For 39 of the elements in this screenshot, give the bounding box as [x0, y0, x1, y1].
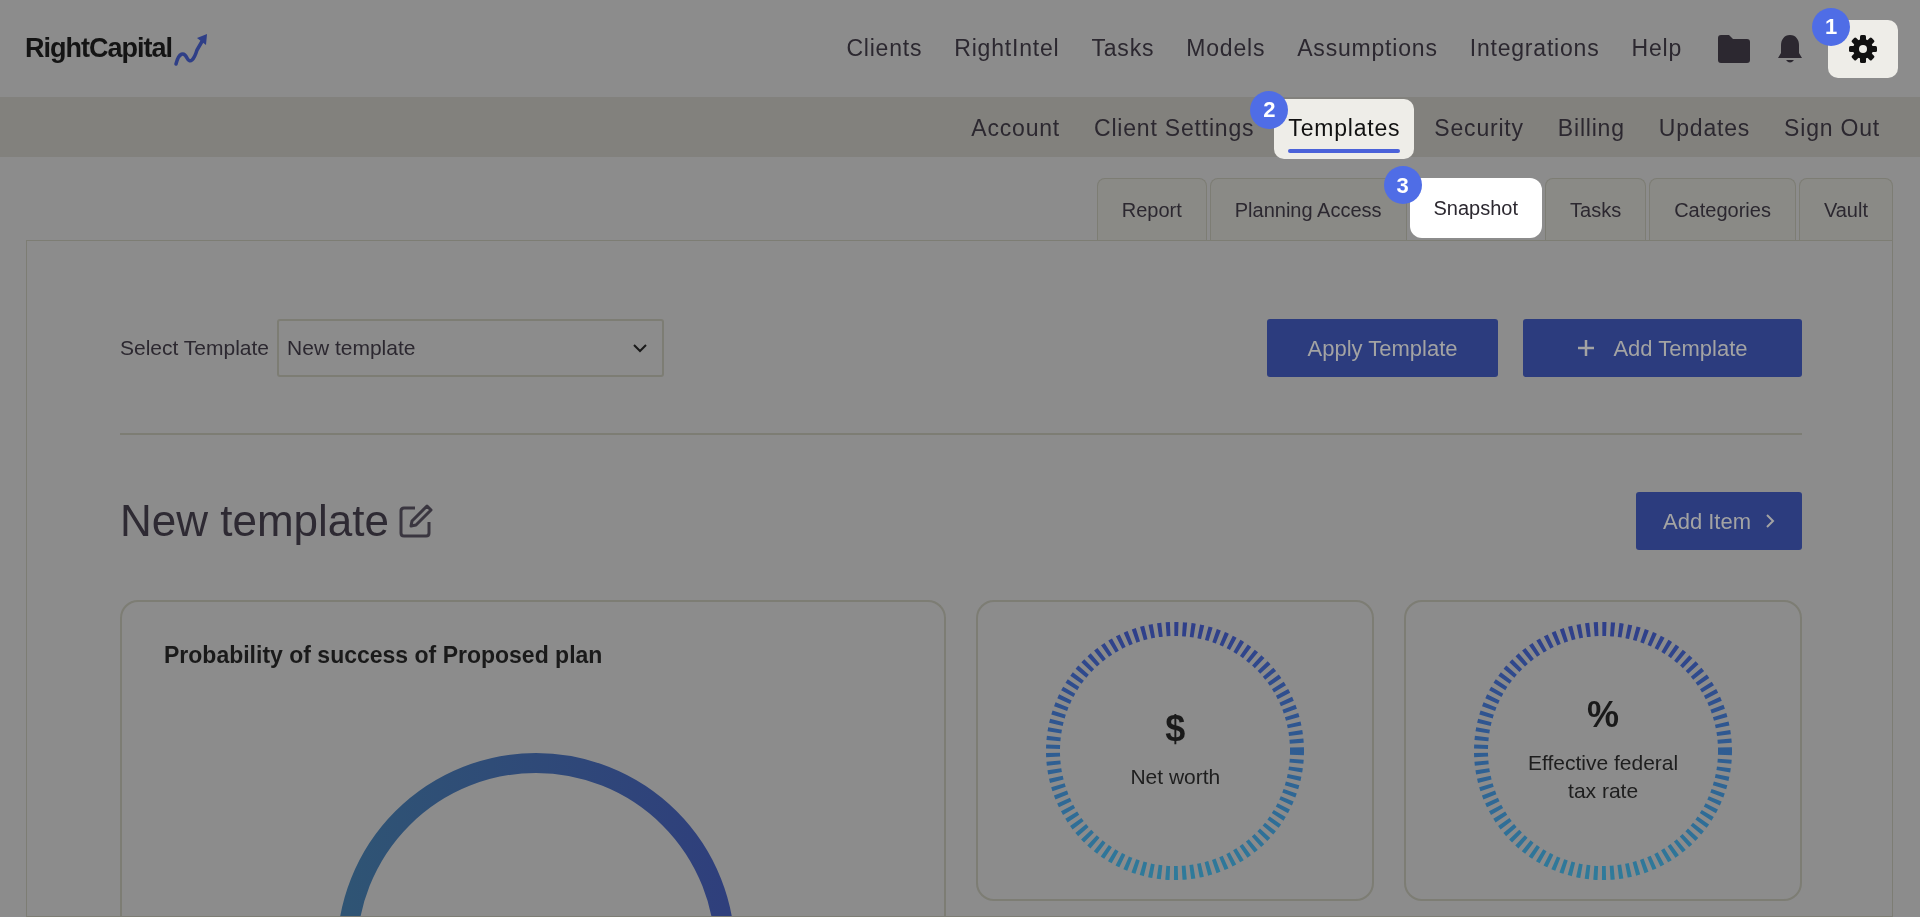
sub-nav-link[interactable]: Templates [1274, 98, 1415, 160]
chevron-right-icon [1765, 513, 1775, 529]
tab[interactable]: Vault [1798, 178, 1893, 240]
sub-nav-link[interactable]: Account [957, 98, 1074, 160]
chevron-down-icon [632, 343, 649, 353]
ring-caption: Net worth [1130, 763, 1221, 790]
tab[interactable]: Categories [1649, 178, 1796, 240]
nav-link-item[interactable]: Assumptions [1297, 31, 1438, 66]
ring-caption: Effective federal tax rate [1527, 749, 1680, 804]
settings-icon [1847, 32, 1879, 65]
apply-template-button[interactable]: Apply Template [1267, 319, 1498, 377]
field-label: Select Template [120, 335, 270, 362]
card-title: Probability of success of Proposed plan [163, 641, 604, 670]
sub-nav-link[interactable]: Sign Out [1770, 98, 1894, 160]
nav-link-item[interactable]: Tasks [1091, 31, 1155, 66]
plus-icon [1577, 339, 1596, 357]
nav-link-item[interactable]: Integrations [1469, 31, 1600, 66]
ring-symbol: $ [1165, 710, 1186, 747]
logo-text: RightCapital [25, 32, 172, 66]
tab[interactable]: Report [1096, 178, 1207, 240]
folder-icon[interactable] [1716, 33, 1752, 64]
sub-nav-link[interactable]: Billing [1543, 98, 1639, 160]
sub-nav-link[interactable]: Updates [1644, 98, 1765, 160]
tab[interactable]: Snapshot [1409, 178, 1543, 238]
nav-link-item[interactable]: Clients [846, 31, 923, 66]
edit-icon[interactable] [397, 502, 435, 540]
nav-link-item[interactable]: Help [1631, 31, 1682, 66]
template-select[interactable]: New template [277, 319, 665, 377]
step-number-tooltip: 3 [1383, 166, 1422, 204]
page-heading: New template [120, 494, 389, 547]
add-template-button[interactable]: Add Template [1523, 319, 1802, 377]
sub-nav-link[interactable]: Security [1420, 98, 1538, 160]
ring-symbol: % [1587, 696, 1620, 733]
nav-link-item[interactable]: RightIntel [954, 31, 1060, 66]
nav-link-item[interactable]: Models [1186, 31, 1266, 66]
add-item-button[interactable]: Add Item [1636, 492, 1802, 550]
tab[interactable]: Tasks [1545, 178, 1647, 240]
step-number-tooltip: 1 [1812, 7, 1850, 46]
bell-icon[interactable] [1776, 32, 1804, 65]
